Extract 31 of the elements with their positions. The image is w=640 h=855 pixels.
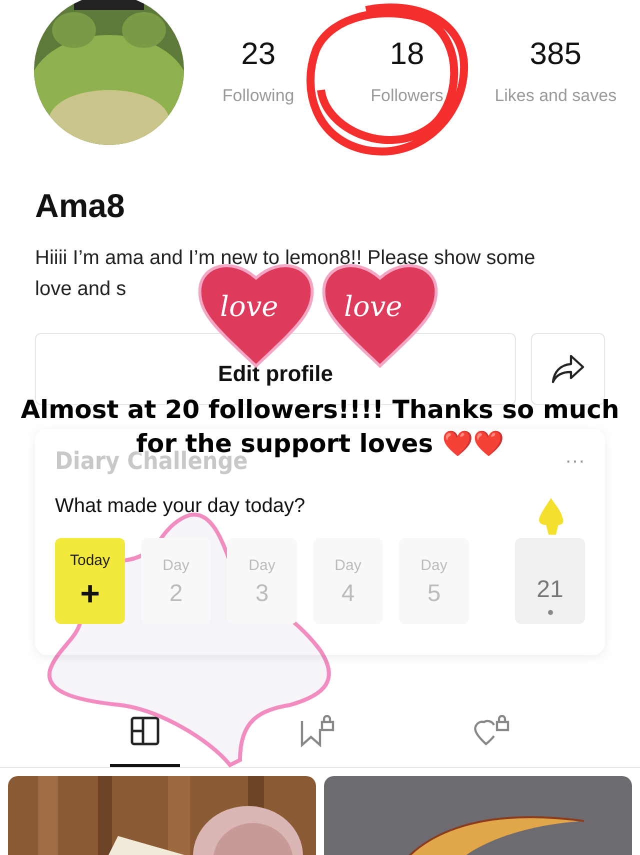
stat-count: 18 xyxy=(390,36,424,72)
day-number: 21 xyxy=(536,578,564,602)
stat-count: 385 xyxy=(530,36,582,72)
day-label: Today xyxy=(70,552,110,568)
day-label: Day xyxy=(420,556,448,574)
day-tile[interactable]: 21 xyxy=(515,538,585,624)
grid-icon xyxy=(130,716,160,746)
day-number: 5 xyxy=(427,582,441,606)
day-number: 2 xyxy=(169,582,183,606)
share-icon xyxy=(551,354,585,384)
day-number: + xyxy=(80,576,100,610)
day-tile[interactable]: Day 3 xyxy=(227,538,297,624)
day-label: Day xyxy=(162,556,190,574)
day-tile[interactable]: Day 2 xyxy=(141,538,211,624)
stat-count: 23 xyxy=(241,36,276,72)
stat-label[interactable]: Following xyxy=(222,86,294,106)
stat-label[interactable]: Followers xyxy=(370,86,444,106)
day-tile[interactable]: Day 4 xyxy=(313,538,383,624)
day-label: Day xyxy=(248,556,276,574)
heart-lock-icon xyxy=(474,715,510,747)
dot-icon xyxy=(548,610,552,614)
diary-prompt: What made your day today? xyxy=(55,495,306,518)
day-number: 4 xyxy=(341,582,355,606)
day-tile[interactable]: Day 5 xyxy=(399,538,469,624)
bookmark-lock-icon xyxy=(298,715,335,747)
day-label: Day xyxy=(334,556,362,574)
day-tile[interactable]: Today + xyxy=(55,538,125,624)
day-number: 3 xyxy=(255,582,269,606)
stat-label[interactable]: Likes and saves xyxy=(494,86,617,106)
profile-name: Ama8 xyxy=(35,187,126,225)
more-button[interactable]: ··· xyxy=(565,450,585,472)
